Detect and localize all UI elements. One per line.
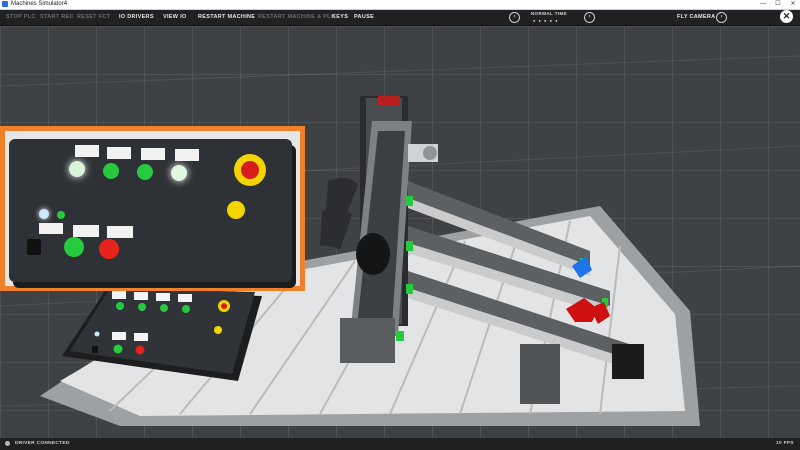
- label-tag: [107, 226, 133, 238]
- simulation-viewport[interactable]: [0, 26, 800, 438]
- reset-button[interactable]: [227, 201, 245, 219]
- io-drivers-button[interactable]: IO DRIVERS: [119, 10, 154, 25]
- control-panel-zoom-inset: [0, 126, 305, 291]
- connection-status-icon: [5, 441, 10, 446]
- sim-toolbar: STOP PLC START REC RESET FCT IO DRIVERS …: [0, 10, 800, 26]
- label-tag: [75, 145, 99, 157]
- label-tag: [141, 148, 165, 160]
- selector-switch[interactable]: [27, 239, 41, 255]
- time-prev-button[interactable]: ‹: [509, 12, 520, 23]
- pause-button[interactable]: PAUSE: [354, 10, 374, 25]
- power-indicator: [39, 209, 49, 219]
- label-tag: [39, 223, 63, 234]
- window-title: Machines Simulator4: [11, 1, 68, 7]
- emergency-stop-icon: [241, 161, 259, 179]
- label-tag: [175, 149, 199, 161]
- time-mode-label: NORMAL TIME: [531, 11, 568, 16]
- driver-status-text: DRIVER CONNECTED: [15, 441, 70, 446]
- start-rec-button[interactable]: START REC: [40, 10, 74, 25]
- fly-camera-button[interactable]: FLY CAMERA: [677, 10, 715, 25]
- emergency-stop-button[interactable]: [234, 154, 266, 186]
- label-tag: [73, 225, 99, 237]
- restart-machine-plc-button[interactable]: RESTART MACHINE & PLC: [258, 10, 335, 25]
- pilot-light-4[interactable]: [171, 165, 187, 181]
- pilot-light-2[interactable]: [103, 163, 119, 179]
- view-io-button[interactable]: VIEW IO: [163, 10, 187, 25]
- fps-counter: 10 FPS: [776, 441, 794, 446]
- control-panel: [9, 139, 292, 282]
- start-button[interactable]: [64, 237, 84, 257]
- keys-button[interactable]: KEYS: [332, 10, 348, 25]
- minimize-button[interactable]: —: [757, 0, 769, 9]
- reset-fct-button[interactable]: RESET FCT: [77, 10, 110, 25]
- time-next-button[interactable]: ›: [584, 12, 595, 23]
- stop-button[interactable]: [99, 239, 119, 259]
- pilot-light-3[interactable]: [137, 164, 153, 180]
- app-icon: [2, 1, 8, 7]
- time-speed-indicator: ● ● ● ● ●: [533, 18, 559, 23]
- maximize-button[interactable]: ☐: [772, 0, 784, 9]
- status-bar: DRIVER CONNECTED 10 FPS: [0, 438, 800, 450]
- restart-machine-button[interactable]: RESTART MACHINE: [198, 10, 255, 25]
- close-window-button[interactable]: ✕: [787, 0, 799, 9]
- close-sim-icon[interactable]: ✕: [780, 10, 793, 23]
- label-tag: [107, 147, 131, 159]
- status-led: [57, 211, 65, 219]
- pilot-light-1[interactable]: [69, 161, 85, 177]
- window-titlebar: Machines Simulator4 — ☐ ✕: [0, 0, 800, 10]
- camera-toggle-button[interactable]: ›: [716, 12, 727, 23]
- stop-plc-button[interactable]: STOP PLC: [6, 10, 36, 25]
